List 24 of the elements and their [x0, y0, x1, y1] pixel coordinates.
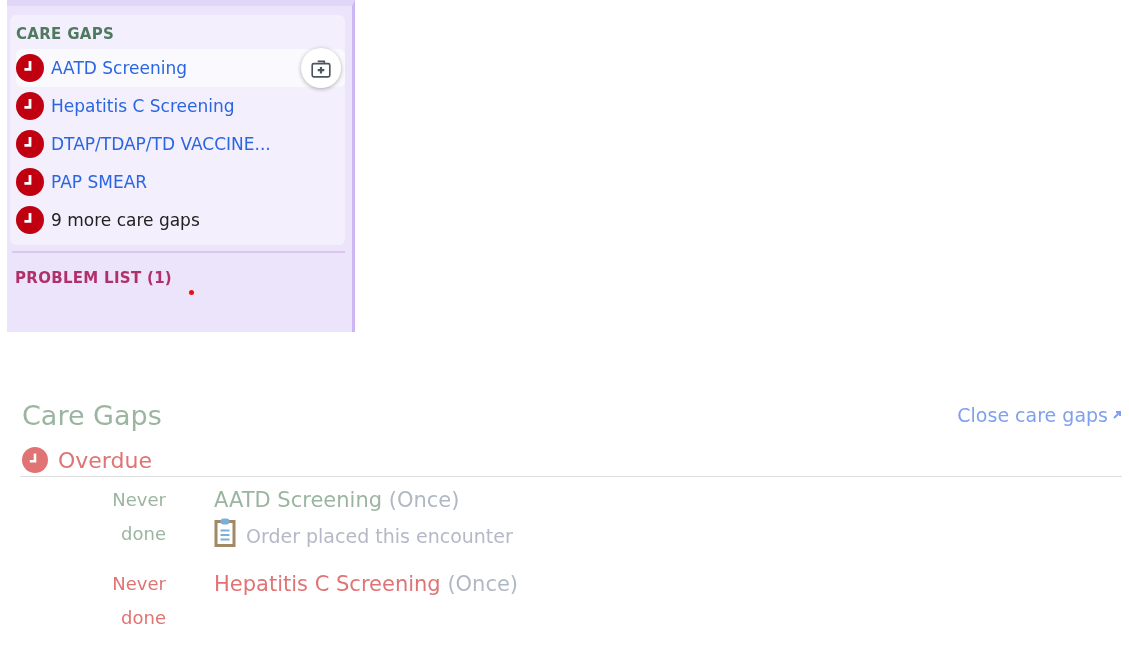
care-gap-item[interactable]: 9 more care gaps	[16, 201, 345, 239]
group-label: Overdue	[58, 447, 152, 473]
clock-icon	[16, 130, 44, 158]
care-gap-name: Hepatitis C Screening (Once)	[214, 571, 519, 598]
clock-icon	[16, 92, 44, 120]
care-gap-item[interactable]: Hepatitis C Screening	[16, 87, 345, 125]
care-gap-item[interactable]: AATD Screening	[16, 49, 345, 87]
due-status: Never done	[111, 572, 166, 630]
care-gap-item[interactable]: DTAP/TDAP/TD VACCINE...	[16, 125, 345, 163]
clock-icon	[16, 168, 44, 196]
report-title: Care Gaps	[21, 399, 162, 431]
clock-icon	[16, 54, 44, 82]
arrow-icon	[1112, 410, 1122, 420]
due-status: Never done	[111, 488, 166, 546]
add-order-button[interactable]	[301, 48, 341, 88]
care-gap-item[interactable]: PAP SMEAR	[16, 163, 345, 201]
clock-icon	[16, 206, 44, 234]
order-note: Order placed this encounter	[246, 525, 513, 547]
clock-icon	[22, 447, 48, 473]
section-title: CARE GAPS	[16, 25, 116, 43]
care-gap-name: AATD Screening (Once)	[214, 487, 461, 514]
section-link[interactable]: PROBLEM LIST (1)	[15, 269, 173, 287]
clipboard-icon	[214, 517, 236, 547]
close-link[interactable]: Close care gaps	[957, 404, 1122, 426]
